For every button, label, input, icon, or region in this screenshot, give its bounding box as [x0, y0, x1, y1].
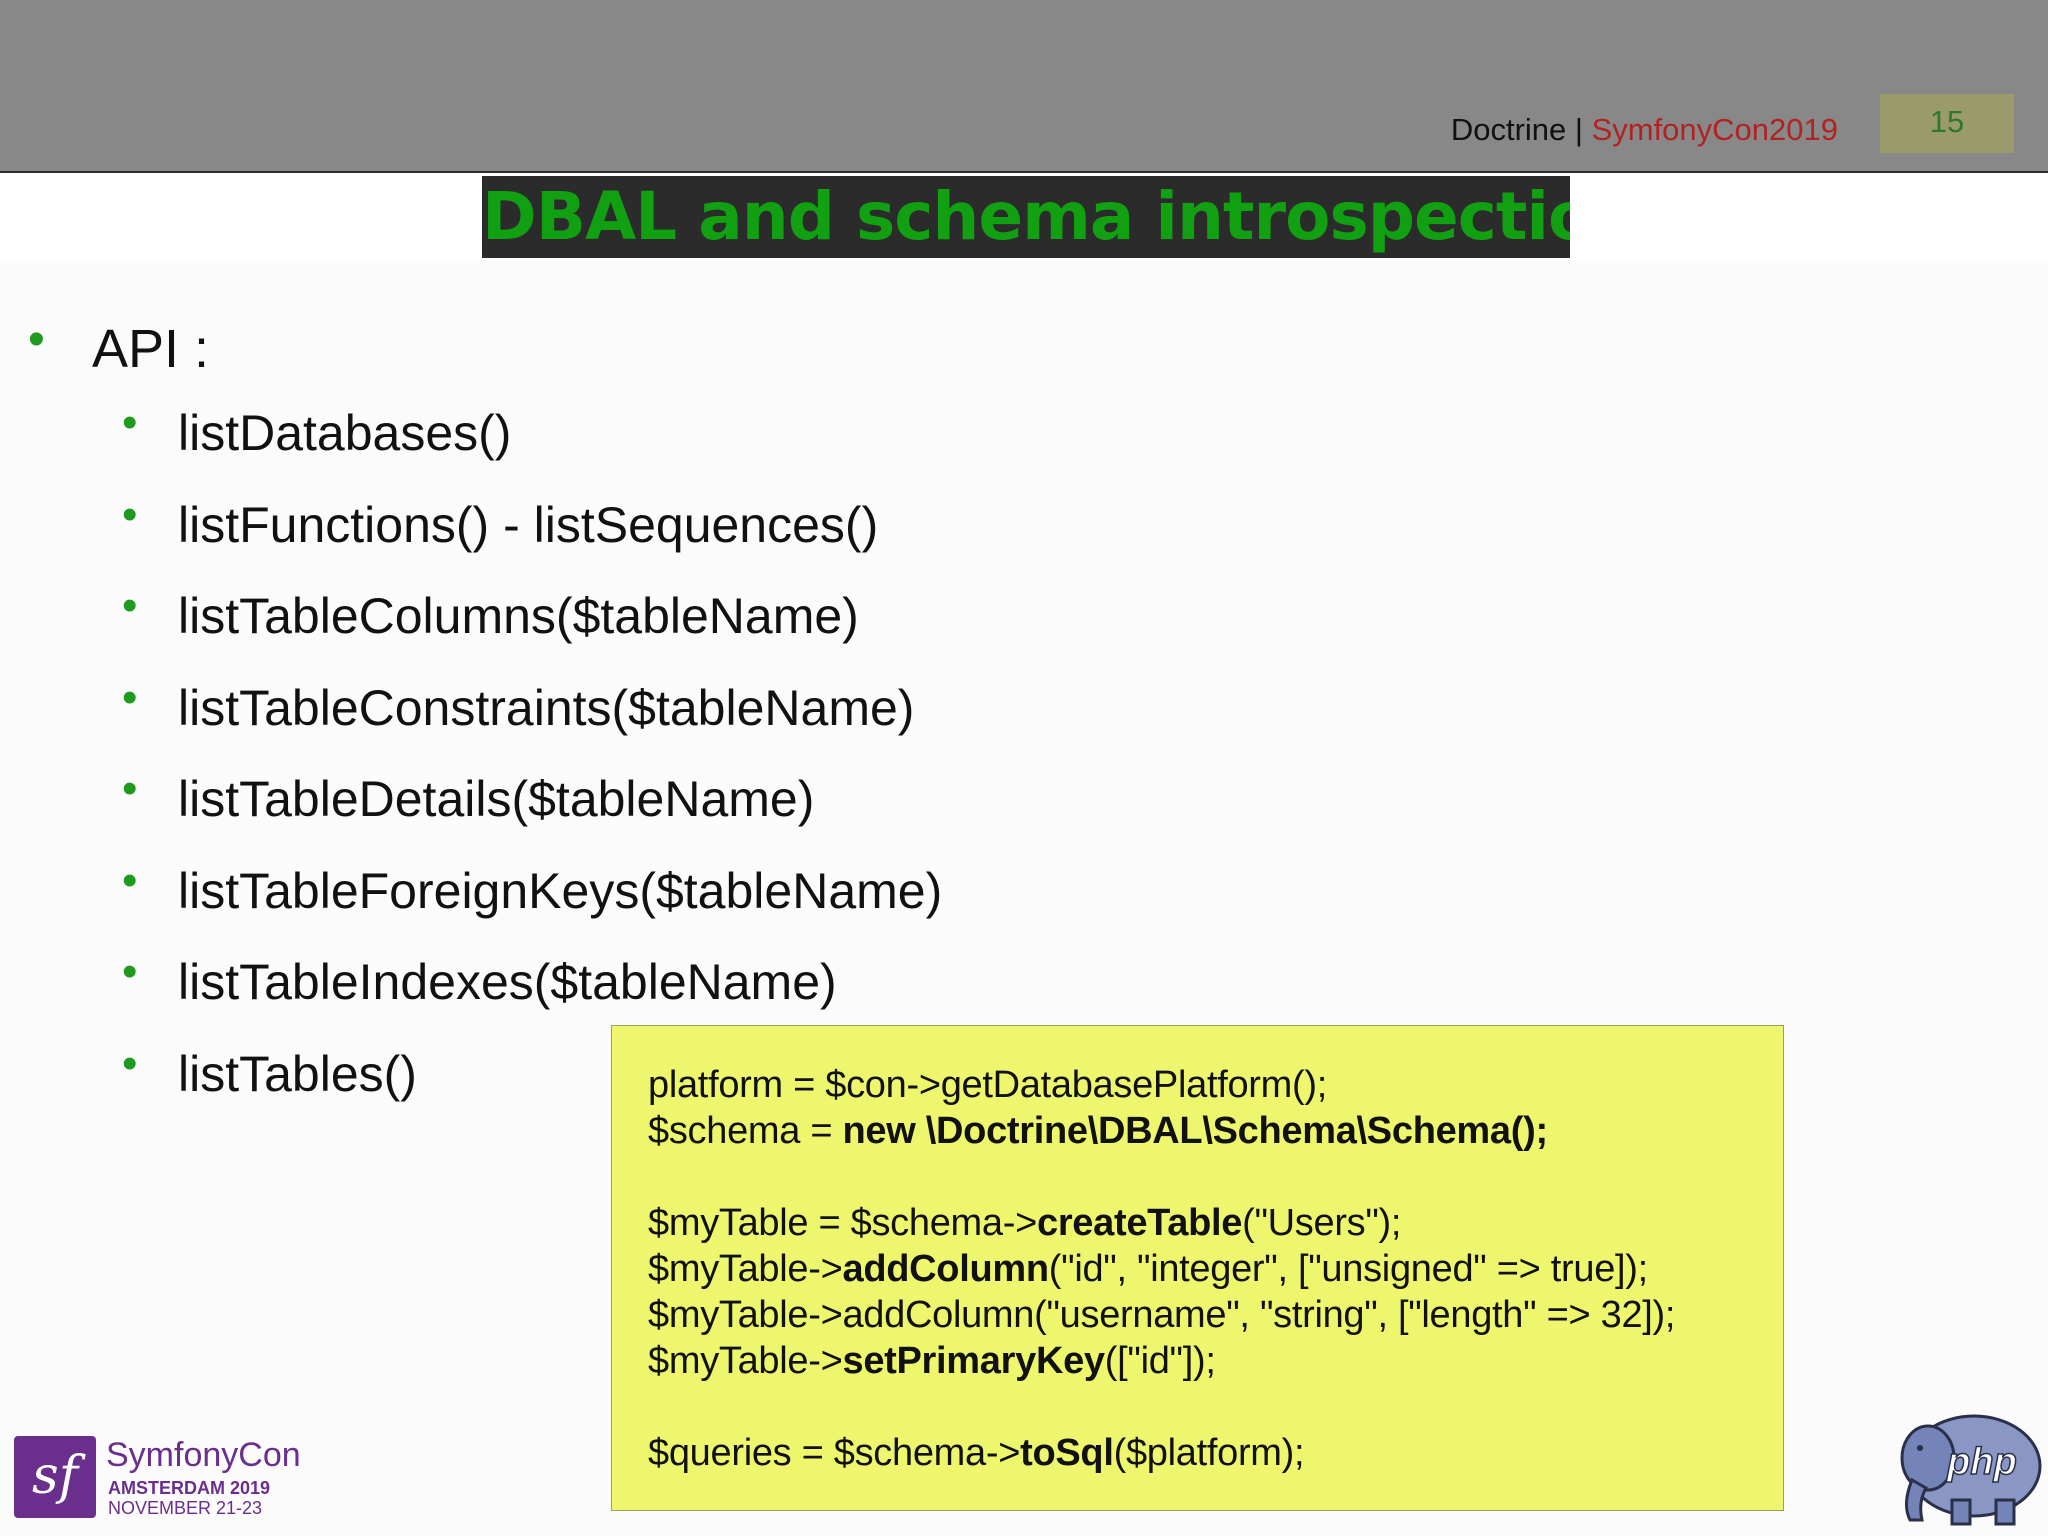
symfony-logo-icon: sf	[14, 1436, 96, 1518]
php-elephant-logo-icon: php	[1900, 1414, 2042, 1526]
code-keyword: addColumn	[842, 1248, 1049, 1290]
slide-header-bar: Doctrine | SymfonyCon2019 15	[0, 0, 2048, 173]
header-separator: |	[1566, 112, 1592, 147]
bullet-dot: •	[122, 856, 138, 905]
code-text: $myTable->	[648, 1248, 843, 1290]
code-text: $myTable->	[648, 1340, 843, 1382]
code-text: $schema =	[648, 1110, 843, 1152]
code-line: $queries = $schema->toSql($platform);	[648, 1430, 1305, 1476]
bullet-dot: •	[122, 398, 138, 447]
code-snippet-box: platform = $con->getDatabasePlatform(); …	[611, 1025, 1784, 1511]
header-source-name: Doctrine	[1450, 112, 1567, 147]
sub-bullet-text: listTableDetails($tableName)	[178, 771, 815, 827]
code-keyword: setPrimaryKey	[842, 1340, 1105, 1382]
sub-bullet-text: listDatabases()	[178, 405, 512, 461]
header-event-name: SymfonyCon2019	[1591, 112, 1838, 147]
code-text: $myTable->addColumn("username", "string"…	[648, 1294, 1676, 1336]
code-text: ("Users");	[1242, 1202, 1402, 1244]
slide-title: DBAL and schema introspection	[482, 176, 1570, 258]
code-text: (["id"]);	[1104, 1340, 1216, 1382]
code-keyword: toSql	[1020, 1432, 1114, 1474]
bullet-dot: •	[122, 764, 138, 813]
header-source-label: Doctrine | SymfonyCon2019	[1451, 112, 1838, 148]
code-text: $queries = $schema->	[648, 1432, 1021, 1474]
code-keyword: createTable	[1036, 1202, 1243, 1244]
symfonycon-dates: NOVEMBER 21-23	[108, 1498, 263, 1518]
code-text: $myTable = $schema->	[648, 1202, 1037, 1244]
code-line: $myTable->setPrimaryKey(["id"]);	[648, 1338, 1216, 1384]
bullet-dot: •	[122, 1039, 138, 1088]
bullet-api-label: API :	[92, 319, 210, 379]
sub-bullet-text: listFunctions() - listSequences()	[178, 497, 879, 553]
code-text: ($platform);	[1113, 1432, 1305, 1474]
sub-bullet-text: listTableIndexes($tableName)	[178, 954, 837, 1010]
code-text: platform = $con->getDatabasePlatform();	[648, 1064, 1327, 1106]
code-line: platform = $con->getDatabasePlatform();	[648, 1062, 1327, 1108]
sub-bullet-text: listTableColumns($tableName)	[178, 588, 859, 644]
code-line: $schema = new \Doctrine\DBAL\Schema\Sche…	[648, 1108, 1548, 1154]
php-logo-text: php	[1946, 1441, 2017, 1483]
code-keyword: new \Doctrine\DBAL\Schema\Schema();	[842, 1110, 1549, 1152]
sub-bullet-text: listTables()	[178, 1046, 417, 1102]
bullet-dot: •	[122, 947, 138, 996]
symfonycon-city: AMSTERDAM 2019	[108, 1478, 271, 1498]
code-line: $myTable = $schema->createTable("Users")…	[648, 1200, 1401, 1246]
symfonycon-name: SymfonyCon	[106, 1436, 301, 1474]
sub-bullet-text: listTableForeignKeys($tableName)	[178, 863, 943, 919]
sub-bullet-text: listTableConstraints($tableName)	[178, 680, 915, 736]
symfonycon-logo: sf SymfonyCon AMSTERDAM 2019 NOVEMBER 21…	[14, 1434, 301, 1522]
slide-number: 15	[1880, 94, 2014, 153]
bullet-dot: •	[28, 313, 45, 366]
bullet-dot: •	[122, 490, 138, 539]
code-line: $myTable->addColumn("id", "integer", ["u…	[648, 1246, 1648, 1292]
code-line: $myTable->addColumn("username", "string"…	[648, 1292, 1675, 1338]
bullet-dot: •	[122, 673, 138, 722]
bullet-dot: •	[122, 581, 138, 630]
code-text: ("id", "integer", ["unsigned" => true]);	[1048, 1248, 1648, 1290]
